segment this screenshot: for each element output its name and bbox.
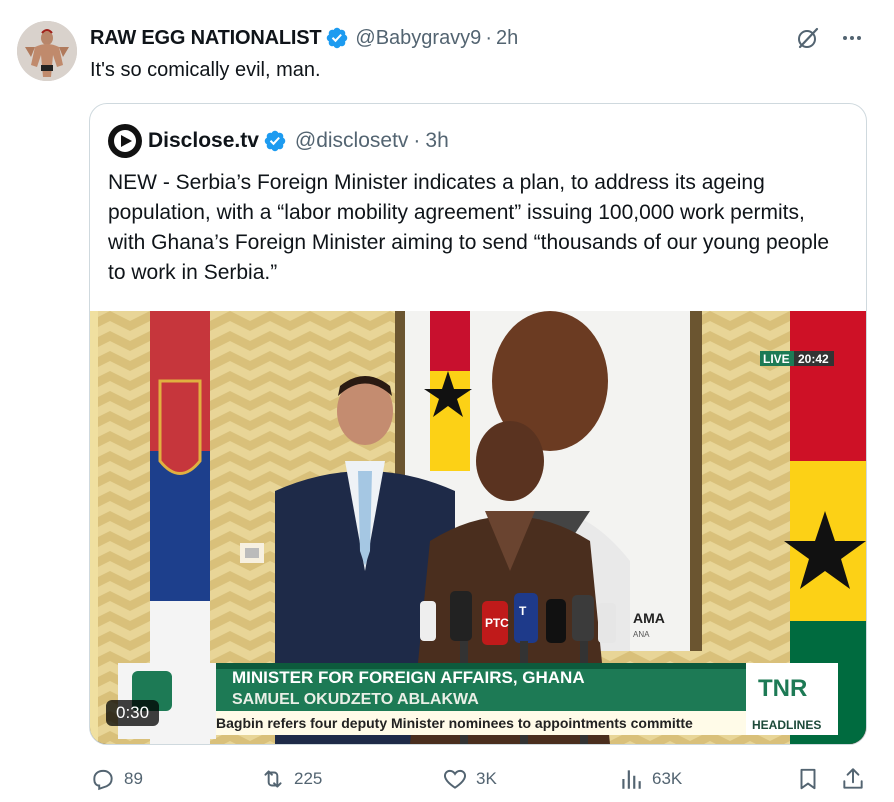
author-handle[interactable]: @Babygravy9 xyxy=(355,27,481,50)
like-count: 3K xyxy=(476,769,497,788)
live-time: 20:42 xyxy=(798,352,829,366)
channel-logo: TNR xyxy=(758,675,807,702)
portrait-caption: AMA xyxy=(633,610,665,626)
tweet-timestamp[interactable]: 2h xyxy=(496,27,518,50)
video-frame: РТС T AMA ANA LIVE 20:42 MINISTER FOR FO… xyxy=(90,311,866,744)
grok-slash-icon[interactable] xyxy=(794,24,822,52)
views-count: 63K xyxy=(652,769,683,788)
separator-dot: · xyxy=(485,26,492,49)
quoted-handle: @disclosetv xyxy=(294,129,409,152)
author-display-name[interactable]: RAW EGG NATIONALIST xyxy=(90,27,322,50)
separator-dot: · xyxy=(413,129,421,152)
live-badge: LIVE xyxy=(763,352,790,366)
reply-button[interactable]: 89 xyxy=(90,763,143,795)
lower-third-title: MINISTER FOR FOREIGN AFFAIRS, GHANA xyxy=(232,668,585,687)
quoted-tweet[interactable]: Disclose.tv @disclosetv · 3h NEW - Serbi… xyxy=(89,103,867,745)
quoted-tweet-header: Disclose.tv @disclosetv · 3h xyxy=(108,124,449,158)
repost-button[interactable]: 225 xyxy=(260,763,322,795)
lower-third-name: SAMUEL OKUDZETO ABLAKWA xyxy=(232,691,479,708)
author-avatar[interactable] xyxy=(17,21,77,81)
heart-icon xyxy=(444,769,466,789)
views-button[interactable]: 63K xyxy=(618,763,682,795)
quoted-tweet-text: NEW - Serbia’s Foreign Minister indicate… xyxy=(108,171,830,284)
tweet-action-bar: 89 225 3K 63K xyxy=(90,763,870,795)
ticker-tag: HEADLINES xyxy=(752,718,821,732)
disclose-tv-logo-icon xyxy=(108,124,142,158)
tweet-top-actions xyxy=(794,24,866,52)
reply-count: 89 xyxy=(124,769,143,788)
repost-icon xyxy=(264,770,282,788)
reply-icon xyxy=(93,769,113,791)
share-button[interactable] xyxy=(840,763,866,795)
portrait-caption-small: ANA xyxy=(633,630,650,639)
repost-count: 225 xyxy=(294,769,323,788)
tweet-text: It's so comically evil, man. xyxy=(90,59,321,81)
views-bar-chart-icon xyxy=(622,770,641,789)
verified-badge-icon xyxy=(327,27,348,49)
mic-label-t: T xyxy=(519,604,527,618)
news-ticker: Bagbin refers four deputy Minister nomin… xyxy=(216,715,693,731)
mic-label-rts: РТС xyxy=(485,616,509,630)
more-dots-icon[interactable] xyxy=(838,24,866,52)
video-duration-badge: 0:30 xyxy=(106,700,160,726)
like-button[interactable]: 3K xyxy=(442,763,497,795)
quoted-display-name: Disclose.tv xyxy=(148,129,259,152)
share-icon xyxy=(843,768,863,789)
bookmark-icon xyxy=(800,768,816,790)
quoted-timestamp: 3h xyxy=(425,129,449,152)
bodybuilder-avatar-icon xyxy=(17,21,77,81)
verified-badge-icon xyxy=(264,130,286,152)
tweet: RAW EGG NATIONALIST @Babygravy9 · 2h It'… xyxy=(0,0,894,802)
tweet-header: RAW EGG NATIONALIST @Babygravy9 · 2h xyxy=(90,24,518,52)
video-player[interactable]: РТС T AMA ANA LIVE 20:42 MINISTER FOR FO… xyxy=(90,311,866,744)
bookmark-button[interactable] xyxy=(795,763,821,795)
